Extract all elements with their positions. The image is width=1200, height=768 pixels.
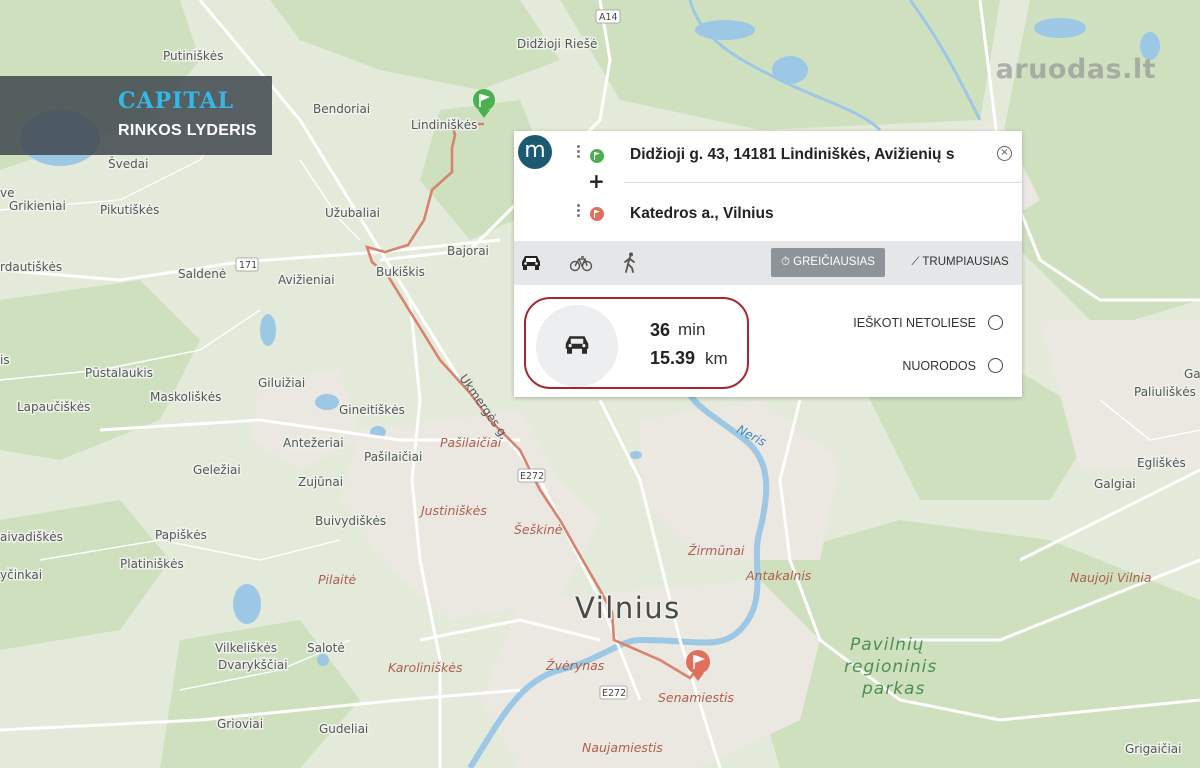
route-panel: m Didžioji g. 43, 14181 Lindiniškės, Avi… xyxy=(514,131,1022,397)
svg-text:aivadiškės: aivadiškės xyxy=(0,530,63,544)
address-divider xyxy=(624,182,1022,183)
svg-text:Naujamiestis: Naujamiestis xyxy=(582,740,663,755)
svg-text:Giluižiai: Giluižiai xyxy=(258,376,305,390)
start-flag-icon xyxy=(590,149,604,163)
svg-text:rdautiškės: rdautiškės xyxy=(0,260,62,274)
svg-text:Geležiai: Geležiai xyxy=(193,463,241,477)
svg-text:Bajorai: Bajorai xyxy=(447,244,489,258)
svg-text:171: 171 xyxy=(239,260,257,271)
fastest-route-button[interactable]: ⏱ GREIČIAUSIAS xyxy=(771,248,885,277)
app-logo[interactable]: m xyxy=(518,135,552,169)
svg-text:Gudeliai: Gudeliai xyxy=(319,722,368,736)
aruodas-watermark: aruodas.lt xyxy=(995,54,1156,85)
svg-text:Pašilaičiai: Pašilaičiai xyxy=(440,435,502,450)
destination-field[interactable]: Katedros a., Vilnius xyxy=(630,205,990,223)
svg-text:ve: ve xyxy=(0,186,14,200)
svg-text:Galgiai: Galgiai xyxy=(1094,477,1136,491)
svg-text:Grioviai: Grioviai xyxy=(217,717,263,731)
svg-text:Lindiniškės: Lindiniškės xyxy=(411,118,477,132)
add-stop-button[interactable]: + xyxy=(588,170,605,192)
svg-text:Žvėrynas: Žvėrynas xyxy=(545,658,605,673)
svg-text:Avižieniai: Avižieniai xyxy=(278,273,335,287)
drag-handle-to[interactable] xyxy=(577,204,580,219)
svg-text:Putiniškės: Putiniškės xyxy=(163,49,223,63)
svg-text:Gineitiškės: Gineitiškės xyxy=(339,403,405,417)
svg-text:regioninis: regioninis xyxy=(844,657,937,677)
svg-text:Papiškės: Papiškės xyxy=(155,528,207,542)
svg-text:Užubaliai: Užubaliai xyxy=(325,206,380,220)
svg-text:Grigaičiai: Grigaičiai xyxy=(1125,742,1182,756)
svg-text:Platiniškės: Platiniškės xyxy=(120,557,184,571)
svg-text:Švedai: Švedai xyxy=(108,156,148,171)
search-icon[interactable] xyxy=(988,315,1003,330)
svg-text:Egliškės: Egliškės xyxy=(1137,456,1186,470)
directions-icon[interactable] xyxy=(988,358,1003,373)
svg-text:Antakalnis: Antakalnis xyxy=(745,568,812,583)
walk-icon[interactable] xyxy=(618,251,642,275)
capital-brand-badge[interactable]: CAPITAL RINKOS LYDERIS xyxy=(0,76,272,155)
svg-text:Maskoliškės: Maskoliškės xyxy=(150,390,221,404)
svg-text:A14: A14 xyxy=(599,12,618,23)
shortest-route-button[interactable]: ⟋ TRUMPIAUSIAS xyxy=(908,248,1012,277)
result-highlight xyxy=(524,297,749,389)
svg-text:Didžioji Riešė: Didžioji Riešė xyxy=(517,37,597,51)
svg-text:Buivydiškės: Buivydiškės xyxy=(315,514,386,528)
car-icon[interactable] xyxy=(519,251,543,275)
directions-button[interactable]: NUORODOS xyxy=(902,359,976,373)
search-nearby-button[interactable]: IEŠKOTI NETOLIESE xyxy=(853,316,976,330)
svg-text:Pikutiškės: Pikutiškės xyxy=(100,203,159,217)
drag-handle-from[interactable] xyxy=(577,145,580,160)
svg-text:Grikieniai: Grikieniai xyxy=(9,199,66,213)
svg-text:Ga: Ga xyxy=(1184,367,1200,381)
svg-text:E272: E272 xyxy=(520,471,544,482)
svg-text:Paliuliškės: Paliuliškės xyxy=(1134,385,1196,399)
svg-text:Salotė: Salotė xyxy=(307,641,345,655)
svg-text:Bendoriai: Bendoriai xyxy=(313,102,370,116)
origin-field[interactable]: Didžioji g. 43, 14181 Lindiniškės, Aviži… xyxy=(630,146,978,164)
svg-text:E272: E272 xyxy=(602,688,626,699)
svg-text:Pašilaičiai: Pašilaičiai xyxy=(364,450,422,464)
svg-text:Bukiškis: Bukiškis xyxy=(376,265,425,279)
svg-text:Saldenė: Saldenė xyxy=(178,267,226,281)
svg-text:Žirmūnai: Žirmūnai xyxy=(687,543,745,558)
city-label: Vilnius xyxy=(575,591,681,625)
svg-text:Justiniškės: Justiniškės xyxy=(418,503,487,518)
brand-name: CAPITAL xyxy=(118,88,235,114)
svg-text:Šeškinė: Šeškinė xyxy=(514,522,563,537)
svg-text:yčinkai: yčinkai xyxy=(0,568,42,582)
svg-text:Vilkeliškės: Vilkeliškės xyxy=(215,641,277,655)
svg-text:Zujūnai: Zujūnai xyxy=(298,475,343,489)
brand-slogan: RINKOS LYDERIS xyxy=(118,122,257,139)
svg-text:Pavilnių: Pavilnių xyxy=(850,635,924,655)
end-flag-icon xyxy=(590,207,604,221)
svg-text:Lapaučiškės: Lapaučiškės xyxy=(17,400,90,414)
clear-icon[interactable]: × xyxy=(997,146,1012,161)
svg-text:parkas: parkas xyxy=(861,679,925,699)
svg-text:Senamiestis: Senamiestis xyxy=(658,690,734,705)
svg-text:is: is xyxy=(0,353,10,367)
travel-mode-bar: ⏱ GREIČIAUSIAS ⟋ TRUMPIAUSIAS xyxy=(514,241,1022,285)
svg-text:Dvarykščiai: Dvarykščiai xyxy=(218,658,288,672)
svg-text:Pilaitė: Pilaitė xyxy=(318,572,357,587)
svg-text:Pūstalaukis: Pūstalaukis xyxy=(85,366,153,380)
bicycle-icon[interactable] xyxy=(569,251,593,275)
svg-text:Naujoji Vilnia: Naujoji Vilnia xyxy=(1070,570,1152,585)
svg-text:Karoliniškės: Karoliniškės xyxy=(388,660,463,675)
svg-text:Antežeriai: Antežeriai xyxy=(283,436,344,450)
